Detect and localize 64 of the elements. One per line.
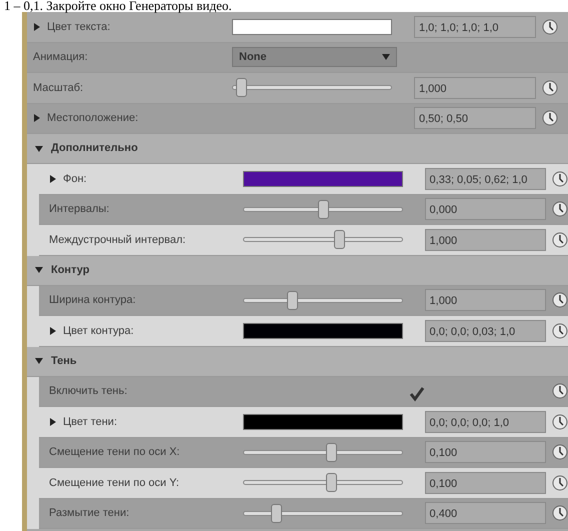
slider-thumb[interactable] xyxy=(270,504,282,523)
value-field[interactable]: 0,000 xyxy=(424,198,546,220)
clock-icon[interactable] xyxy=(552,170,568,187)
value-field[interactable]: 1,000 xyxy=(424,228,546,251)
value-field[interactable]: 0,100 xyxy=(424,472,546,494)
property-label: Цвет контура: xyxy=(63,324,134,338)
property-label: Смещение тени по оси X: xyxy=(49,445,180,460)
clock-icon[interactable] xyxy=(552,474,568,491)
slider-thumb[interactable] xyxy=(318,200,330,219)
property-label: Анимация: xyxy=(33,50,88,65)
expand-arrow-icon[interactable] xyxy=(49,418,57,426)
clock-icon[interactable] xyxy=(552,201,568,218)
clock-icon[interactable] xyxy=(542,80,558,96)
clock-icon[interactable] xyxy=(552,292,568,308)
slider-thumb[interactable] xyxy=(334,230,345,250)
value-field[interactable]: 0,400 xyxy=(424,502,546,524)
property-label: Размытие тени: xyxy=(49,506,130,521)
property-label: Цвет текста: xyxy=(47,20,110,34)
color-swatch[interactable] xyxy=(243,170,404,187)
property-label: Фон: xyxy=(63,172,87,186)
color-swatch[interactable] xyxy=(243,322,404,339)
slider-thumb[interactable] xyxy=(326,473,338,492)
clock-icon[interactable] xyxy=(542,110,558,126)
value-field[interactable]: 1,000 xyxy=(414,76,536,99)
value-field[interactable]: 1,0; 1,0; 1,0; 1,0 xyxy=(414,16,536,38)
color-swatch[interactable] xyxy=(243,414,404,430)
value-field[interactable]: 0,50; 0,50 xyxy=(414,107,536,130)
value-field[interactable]: 0,0; 0,0; 0,03; 1,0 xyxy=(424,320,546,342)
animation-dropdown[interactable]: None xyxy=(232,47,397,68)
clock-icon[interactable] xyxy=(542,18,558,35)
expand-arrow-icon[interactable] xyxy=(35,266,43,274)
expand-arrow-icon[interactable] xyxy=(49,174,57,183)
value-field[interactable]: 0,100 xyxy=(424,441,546,464)
slider-thumb[interactable] xyxy=(236,78,247,98)
clock-icon[interactable] xyxy=(552,322,568,339)
expand-arrow-icon[interactable] xyxy=(35,144,43,152)
property-label: Междустрочный интервал: xyxy=(49,232,186,248)
property-label: Смещение тени по оси Y: xyxy=(49,476,180,490)
property-label: Масштаб: xyxy=(33,80,84,96)
clock-icon[interactable] xyxy=(552,444,568,460)
clock-icon[interactable] xyxy=(552,232,568,248)
property-label: Включить тень: xyxy=(49,384,128,399)
slider-thumb[interactable] xyxy=(286,290,298,310)
section-title: Тень xyxy=(51,354,77,369)
property-label: Интервалы: xyxy=(49,202,110,217)
section-title: Дополнительно xyxy=(51,141,138,156)
clock-icon[interactable] xyxy=(552,383,568,400)
expand-arrow-icon[interactable] xyxy=(49,326,57,335)
clock-icon[interactable] xyxy=(552,414,568,430)
clock-icon[interactable] xyxy=(552,505,568,522)
expand-arrow-icon[interactable] xyxy=(33,114,41,122)
color-swatch[interactable] xyxy=(232,18,392,35)
expand-arrow-icon[interactable] xyxy=(35,357,43,365)
section-title: Контур xyxy=(51,262,90,278)
slider-thumb[interactable] xyxy=(326,442,338,462)
property-label: Ширина контура: xyxy=(49,293,136,308)
caption-text: 1 – 0,1. Закройте окно Генераторы видео. xyxy=(4,0,232,13)
expand-arrow-icon[interactable] xyxy=(33,22,41,31)
value-field[interactable]: 0,0; 0,0; 0,0; 1,0 xyxy=(424,410,546,433)
property-label: Цвет тени: xyxy=(63,414,118,430)
value-field[interactable]: 1,000 xyxy=(424,289,546,312)
property-label: Местоположение: xyxy=(47,111,138,126)
value-field[interactable]: 0,33; 0,05; 0,62; 1,0 xyxy=(424,168,546,190)
caret-icon[interactable] xyxy=(382,53,390,62)
